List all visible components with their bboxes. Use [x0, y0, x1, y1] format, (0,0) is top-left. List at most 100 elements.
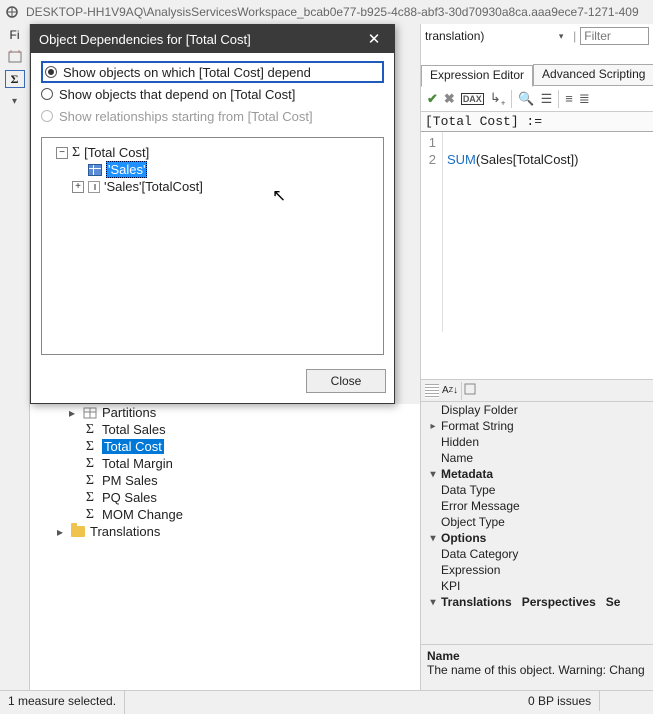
goto-icon[interactable]: ↳+ [490, 90, 506, 108]
model-tree[interactable]: ▸ Partitions Σ Total Sales Σ Total Cost Σ Tot… [30, 404, 420, 690]
prop-expression[interactable]: Expression [441, 563, 500, 577]
table-icon [88, 164, 102, 176]
line-gutter: 1 2 [421, 132, 443, 332]
prop-name[interactable]: Name [441, 451, 473, 465]
close-icon[interactable]: ✕ [362, 27, 386, 51]
file-menu-truncated[interactable]: Fi [0, 24, 29, 46]
left-toolbar: Fi Σ ▾ [0, 24, 30, 690]
prop-kpi[interactable]: KPI [441, 579, 460, 593]
measure-icon: Σ [72, 145, 80, 161]
replace-icon[interactable]: ☰ [541, 91, 553, 107]
tree-item-label[interactable]: PM Sales [102, 473, 158, 488]
properties-list[interactable]: Display Folder ▸Format String Hidden Nam… [421, 402, 653, 644]
measure-icon: Σ [82, 439, 98, 455]
app-icon [4, 4, 20, 20]
tree-item-partitions[interactable]: Partitions [102, 405, 156, 420]
expand-icon[interactable]: + [72, 181, 84, 193]
filter-input[interactable] [580, 27, 649, 45]
measure-icon: Σ [82, 490, 98, 506]
prop-hidden[interactable]: Hidden [441, 435, 479, 449]
radio-depended-by[interactable]: Show objects that depend on [Total Cost] [41, 83, 384, 105]
code-area[interactable]: SUM(Sales[TotalCost]) [443, 132, 582, 332]
chevron-down-icon[interactable]: ▾ [0, 90, 29, 112]
prop-section-metadata[interactable]: Metadata [441, 467, 493, 481]
tree-measure-item[interactable]: Σ Total Sales [54, 421, 420, 438]
status-left: 1 measure selected. [0, 691, 125, 714]
chevron-down-icon[interactable]: ▾ [425, 469, 441, 480]
tree-measure-item[interactable]: Σ MOM Change [54, 506, 420, 523]
dialog-title: Object Dependencies for [Total Cost] [39, 32, 251, 47]
folder-icon [70, 524, 86, 540]
tree-item-label[interactable]: PQ Sales [102, 490, 157, 505]
radio-relationships: Show relationships starting from [Total … [41, 105, 384, 127]
prop-object-type[interactable]: Object Type [441, 515, 505, 529]
status-bar: 1 measure selected. 0 BP issues [0, 690, 653, 714]
editor-toolbar: ✔ ✖ DAX ↳+ 🔍 ☰ ≡ ≣ [421, 86, 653, 112]
measure-icon: Σ [82, 422, 98, 438]
dep-node-column[interactable]: 'Sales'[TotalCost] [104, 179, 203, 194]
status-bp-issues: 0 BP issues [520, 691, 600, 711]
dependency-tree[interactable]: − Σ [Total Cost] 'Sales' + 'Sales'[Total… [41, 137, 384, 355]
expand-icon[interactable]: ▸ [66, 406, 78, 420]
search-icon[interactable]: 🔍 [518, 91, 534, 107]
window-title: DESKTOP-HH1V9AQ\AnalysisServicesWorkspac… [26, 5, 639, 19]
window-titlebar: DESKTOP-HH1V9AQ\AnalysisServicesWorkspac… [0, 0, 653, 24]
prop-data-category[interactable]: Data Category [441, 547, 518, 561]
properties-panel: AZ↓ Display Folder ▸Format String Hidden… [421, 379, 653, 690]
accept-icon[interactable]: ✔ [427, 91, 438, 107]
expression-header: [Total Cost] := [421, 112, 653, 132]
editor-tabs: Expression Editor Advanced Scripting [421, 64, 653, 86]
collapse-icon[interactable]: − [56, 147, 68, 159]
tree-item-label[interactable]: MOM Change [102, 507, 183, 522]
alphabetical-icon[interactable]: AZ↓ [441, 384, 459, 398]
expand-icon[interactable]: ▸ [54, 525, 66, 539]
measure-icon: Σ [82, 507, 98, 523]
chevron-down-icon[interactable]: ▾ [425, 597, 441, 608]
property-description: Name The name of this object. Warning: C… [421, 644, 653, 690]
tree-item-label[interactable]: Total Margin [102, 456, 173, 471]
prop-format-string[interactable]: Format String [441, 419, 514, 433]
dialog-titlebar: Object Dependencies for [Total Cost] ✕ [31, 25, 394, 53]
prop-data-type[interactable]: Data Type [441, 483, 495, 497]
tree-measure-item[interactable]: Σ Total Cost [54, 438, 420, 455]
chevron-down-icon[interactable]: ▾ [425, 533, 441, 544]
dropdown-arrow-icon[interactable]: ▾ [553, 31, 569, 42]
properties-toolbar: AZ↓ [421, 380, 653, 402]
dep-node-sales[interactable]: 'Sales' [106, 161, 147, 178]
dax-format-icon[interactable]: DAX [461, 93, 484, 105]
dep-node-root[interactable]: [Total Cost] [84, 145, 149, 160]
tab-expression-editor[interactable]: Expression Editor [421, 65, 533, 87]
sigma-tool-icon[interactable]: Σ [0, 68, 29, 90]
tree-item-translations[interactable]: Translations [90, 524, 160, 539]
column-icon [88, 181, 100, 193]
object-dependencies-dialog: Object Dependencies for [Total Cost] ✕ S… [30, 24, 395, 404]
prop-section-options[interactable]: Options [441, 531, 486, 545]
partitions-icon [82, 405, 98, 421]
indent-left-icon[interactable]: ≡ [565, 91, 573, 106]
measure-icon: Σ [82, 473, 98, 489]
measure-icon: Σ [82, 456, 98, 472]
right-panel: translation) ▾ | Expression Editor Advan… [420, 24, 653, 690]
radio-icon [41, 110, 53, 122]
translation-dropdown-label[interactable]: translation) [425, 29, 484, 43]
props-tool-icon[interactable] [464, 383, 476, 398]
tree-measure-item[interactable]: Σ Total Margin [54, 455, 420, 472]
tab-advanced-scripting[interactable]: Advanced Scripting [533, 64, 653, 86]
cancel-icon[interactable]: ✖ [444, 91, 455, 107]
tree-item-label[interactable]: Total Cost [102, 439, 164, 454]
code-editor[interactable]: 1 2 SUM(Sales[TotalCost]) [421, 132, 653, 332]
radio-icon [41, 88, 53, 100]
indent-right-icon[interactable]: ≣ [579, 91, 590, 107]
tree-item-label[interactable]: Total Sales [102, 422, 166, 437]
tree-measure-item[interactable]: Σ PQ Sales [54, 489, 420, 506]
prop-display-folder[interactable]: Display Folder [441, 403, 518, 417]
radio-icon [45, 66, 57, 78]
toolbar-icon-1[interactable] [0, 46, 29, 68]
categorized-icon[interactable] [425, 384, 439, 398]
prop-section-translations[interactable]: Translations Perspectives Se [441, 595, 620, 609]
prop-error-message[interactable]: Error Message [441, 499, 520, 513]
tree-measure-item[interactable]: Σ PM Sales [54, 472, 420, 489]
chevron-right-icon[interactable]: ▸ [425, 421, 441, 432]
radio-depends-on[interactable]: Show objects on which [Total Cost] depen… [41, 61, 384, 83]
close-button[interactable]: Close [306, 369, 386, 393]
